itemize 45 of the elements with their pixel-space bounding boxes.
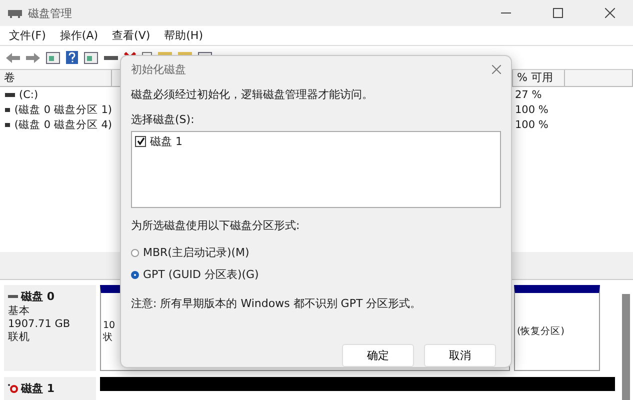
disk-name: 磁盘 1: [21, 381, 54, 396]
menu-item[interactable]: 操作(A): [60, 28, 98, 43]
table-cell: (磁盘 0 磁盘分区 1): [14, 102, 112, 117]
partition-label: 10: [103, 320, 116, 330]
help-icon[interactable]: [66, 51, 78, 64]
table-cell-text: 100 %: [515, 118, 550, 131]
dialog-title: 初始化磁盘: [131, 62, 186, 77]
menu-item[interactable]: 帮助(H): [164, 28, 203, 43]
disk-detail: 基本: [8, 304, 31, 318]
disk-name: 磁盘 0: [21, 289, 54, 304]
list-label: 选择磁盘(S):: [131, 112, 196, 127]
volume-icon: [5, 122, 10, 127]
menu-item[interactable]: 查看(V): [112, 28, 150, 43]
close-icon[interactable]: [492, 64, 501, 74]
partition-label: 状: [103, 330, 114, 344]
maximize-icon[interactable]: [553, 8, 563, 18]
panel-icon[interactable]: [84, 52, 98, 64]
partition-style-label: 为所选磁盘使用以下磁盘分区形式:: [131, 218, 301, 233]
panel-icon[interactable]: [46, 52, 60, 64]
warning-disk-icon: [8, 384, 18, 393]
radio-option[interactable]: MBR(主启动记录)(M): [131, 245, 501, 260]
note-text: 注意: 所有早期版本的 Windows 都不识别 GPT 分区形式。: [131, 296, 422, 311]
window-title: 磁盘管理: [28, 6, 73, 20]
forward-icon[interactable]: [26, 52, 40, 64]
table-cell: (C:): [19, 88, 38, 101]
scrollbar[interactable]: [622, 294, 630, 400]
disk-detail: 联机: [8, 330, 31, 344]
minimize-icon[interactable]: [501, 12, 511, 14]
table-cell-text: 27 %: [515, 88, 543, 101]
table-cell: (磁盘 0 磁盘分区 4): [14, 118, 112, 132]
cancel-button[interactable]: 取消: [424, 344, 496, 367]
volume-icon: [5, 92, 15, 97]
close-icon[interactable]: [605, 8, 615, 18]
volume-icon: [5, 108, 10, 112]
message-text: 磁盘必须经过初始化，逻辑磁盘管理器才能访问。: [131, 86, 374, 102]
disk-detail: 1907.71 GB: [8, 318, 72, 330]
menu-item[interactable]: 文件(F): [9, 28, 46, 43]
column-header[interactable]: 卷: [0, 70, 112, 86]
back-icon[interactable]: [6, 52, 20, 64]
column-header[interactable]: % 可用: [513, 70, 565, 86]
partition-label: (恢复分区): [517, 325, 566, 338]
table-cell-text: 100 %: [515, 104, 550, 116]
disk-checkbox[interactable]: 磁盘 1: [135, 134, 497, 149]
check-icon: [136, 137, 144, 146]
ok-button[interactable]: 确定: [342, 344, 414, 367]
